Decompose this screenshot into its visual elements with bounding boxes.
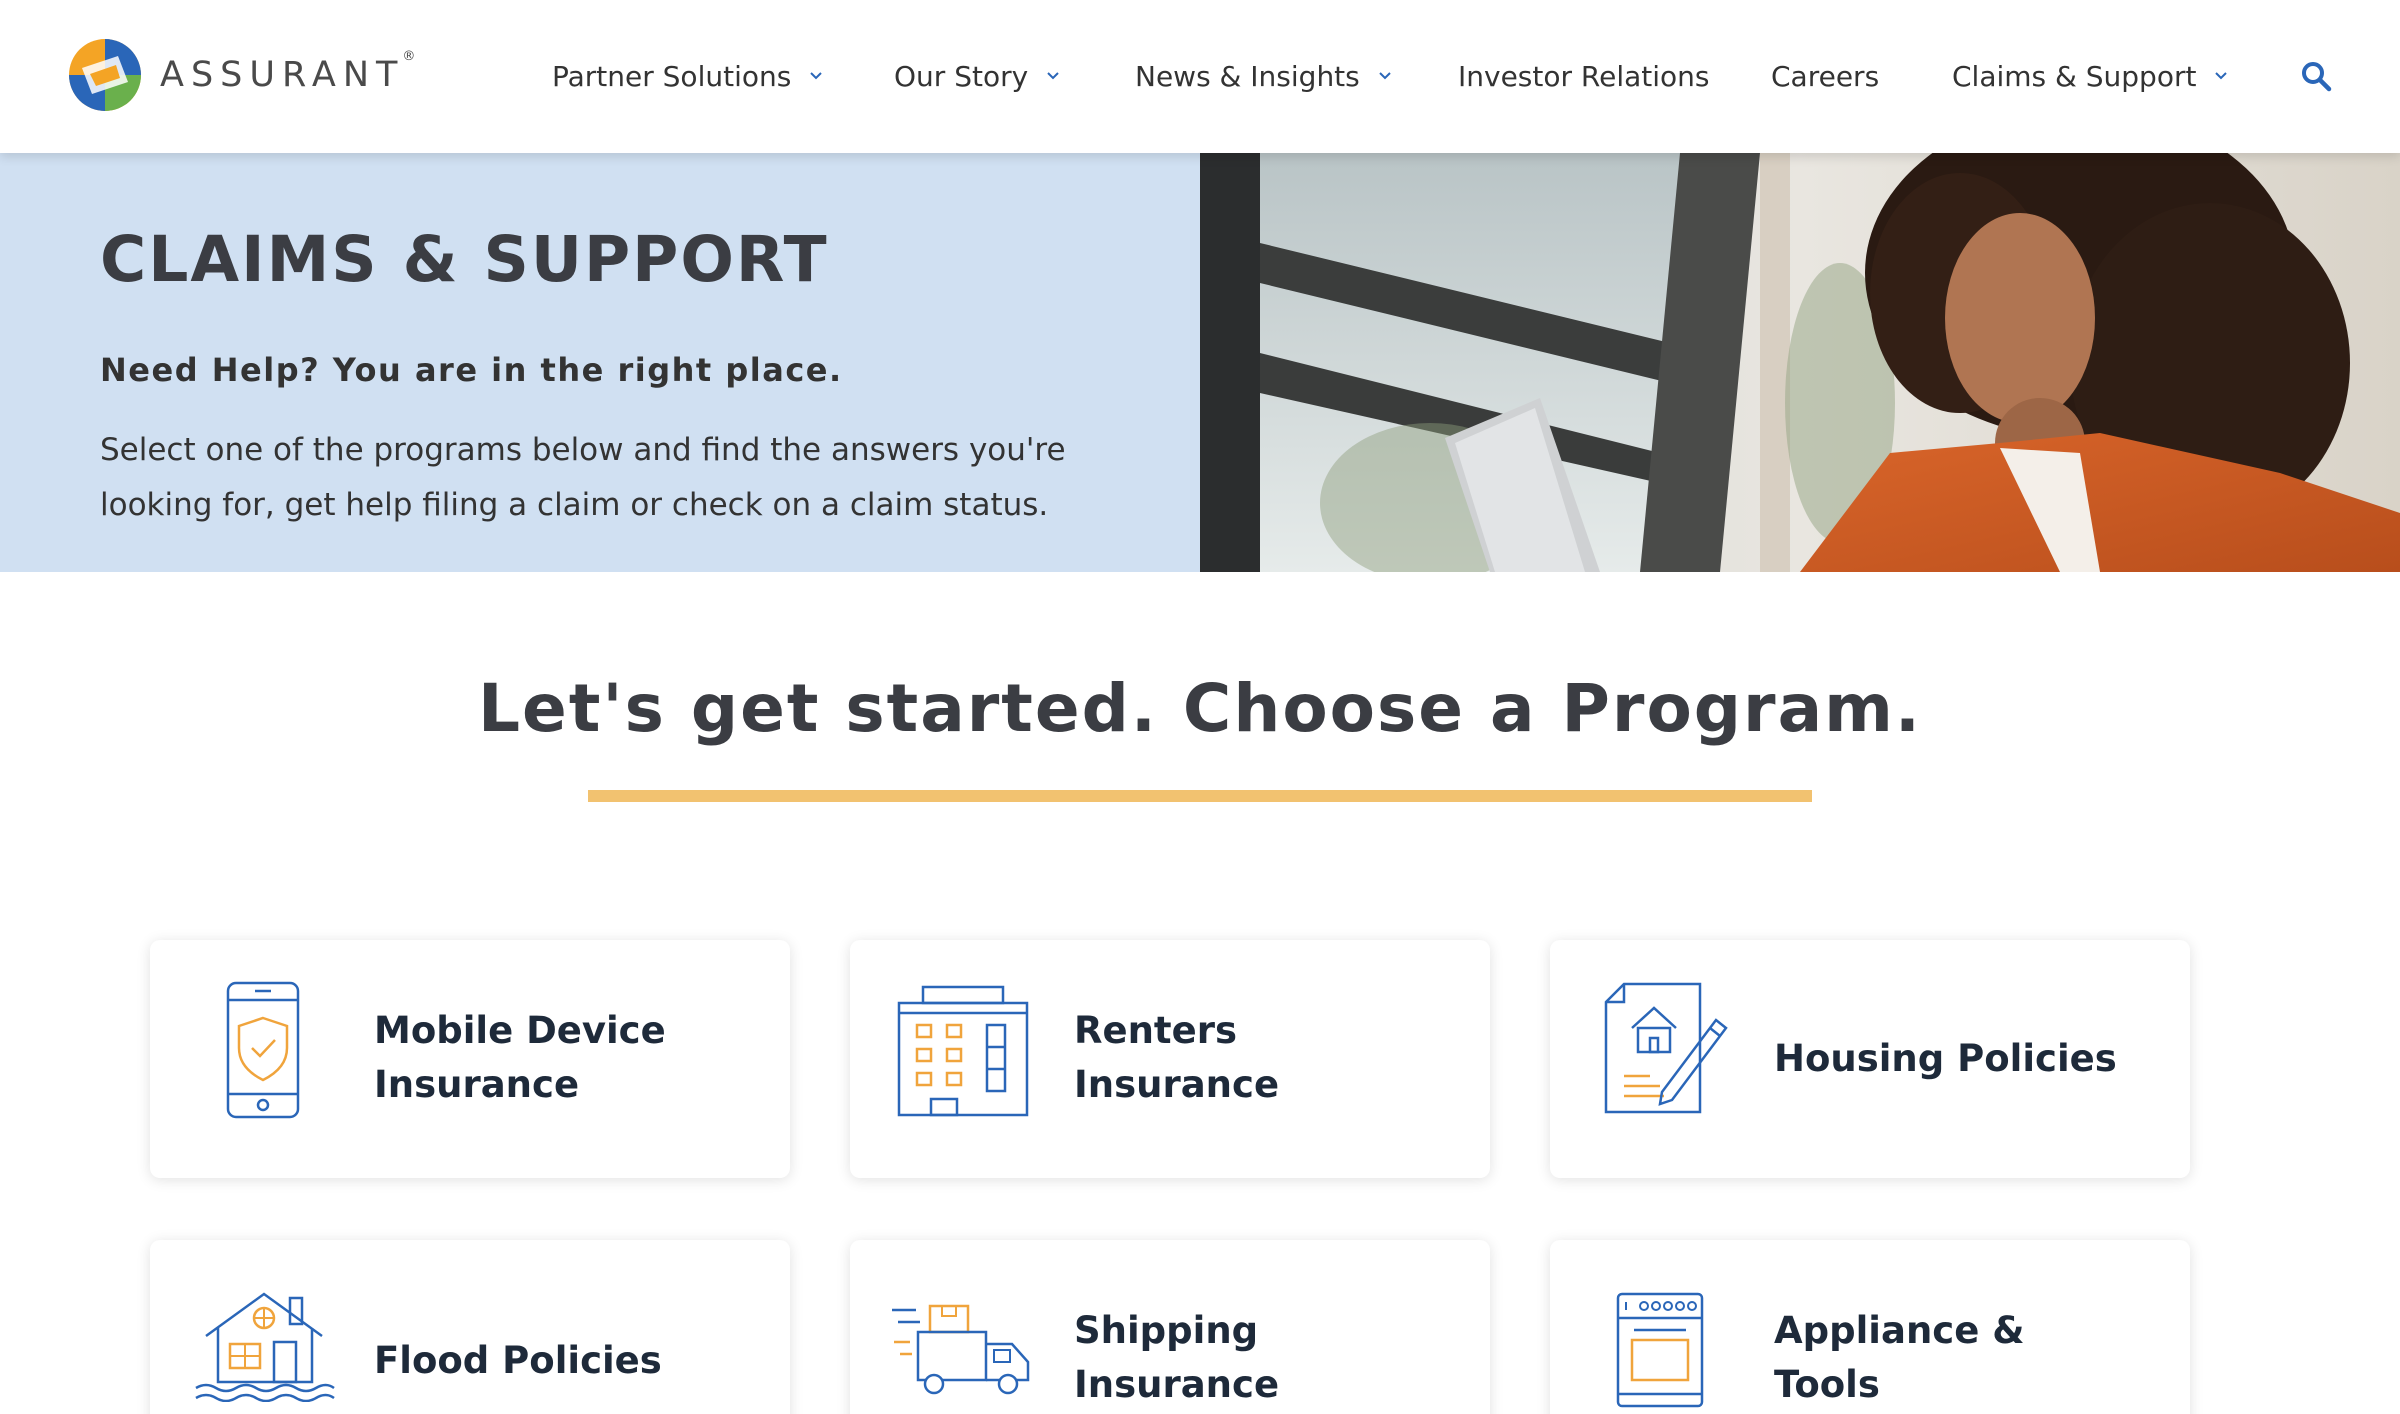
chevron-down-icon (2215, 72, 2228, 80)
heading-underline (588, 790, 1812, 802)
program-card-mobile-device[interactable]: Mobile Device Insurance (150, 940, 790, 1178)
nav-label: Careers (1771, 59, 1880, 93)
program-label: Appliance & Tools (1774, 1309, 2025, 1406)
flood-house-icon (195, 1292, 335, 1402)
assurant-logo[interactable]: ASSURANT® (68, 38, 415, 112)
apartment-building-icon (897, 985, 1029, 1117)
nav-investor-relations[interactable]: Investor Relations (1458, 52, 1710, 100)
woman-laptop-photo (1200, 153, 2400, 572)
nav-careers[interactable]: Careers (1771, 52, 1879, 100)
nav-our-story[interactable]: Our Story (894, 52, 1060, 100)
hero-panel: CLAIMS & SUPPORT Need Help? You are in t… (0, 153, 1200, 572)
hero-description: Select one of the programs below and fin… (100, 432, 1066, 523)
section-heading: Let's get started. Choose a Program. (478, 670, 1922, 747)
program-card-renters[interactable]: Renters Insurance (850, 940, 1490, 1178)
program-label: Housing Policies (1774, 1037, 2117, 1080)
hero-subtitle: Need Help? You are in the right place. (100, 351, 843, 389)
chevron-down-icon (1379, 72, 1391, 80)
brand-name: ASSURANT® (160, 49, 415, 95)
nav-label: News & Insights (1135, 59, 1360, 93)
program-label: Mobile Device Insurance (374, 1009, 666, 1106)
registered-mark: ® (402, 49, 416, 64)
oven-icon (1616, 1292, 1704, 1408)
phone-shield-icon (226, 981, 300, 1119)
nav-partner-solutions[interactable]: Partner Solutions (552, 52, 823, 100)
delivery-truck-icon (892, 1304, 1030, 1395)
program-label: Shipping Insurance (1074, 1309, 1280, 1406)
nav-news-insights[interactable]: News & Insights (1135, 52, 1392, 100)
assurant-logo-icon (69, 39, 141, 111)
nav-label: Investor Relations (1458, 59, 1710, 93)
program-label: Renters Insurance (1074, 1009, 1280, 1106)
nav-label: Claims & Support (1952, 59, 2197, 93)
program-card-housing[interactable]: Housing Policies (1550, 940, 2190, 1178)
chevron-down-icon (810, 72, 823, 80)
program-label: Flood Policies (374, 1339, 662, 1382)
page-title: CLAIMS & SUPPORT (100, 223, 829, 296)
brand-text: ASSURANT (160, 55, 405, 95)
chevron-down-icon (1047, 72, 1059, 80)
nav-label: Our Story (894, 59, 1029, 93)
hero-photo (1200, 153, 2400, 572)
nav-claims-support[interactable]: Claims & Support (1952, 52, 2228, 100)
site-header: ASSURANT® Partner Solutions Our Story Ne… (0, 0, 2400, 153)
program-card-appliance[interactable]: Appliance & Tools (1550, 1240, 2190, 1414)
house-document-icon (1604, 982, 1728, 1114)
search-icon[interactable] (2300, 60, 2332, 92)
nav-label: Partner Solutions (552, 59, 792, 93)
program-card-shipping[interactable]: Shipping Insurance (850, 1240, 1490, 1414)
program-card-flood[interactable]: Flood Policies (150, 1240, 790, 1414)
